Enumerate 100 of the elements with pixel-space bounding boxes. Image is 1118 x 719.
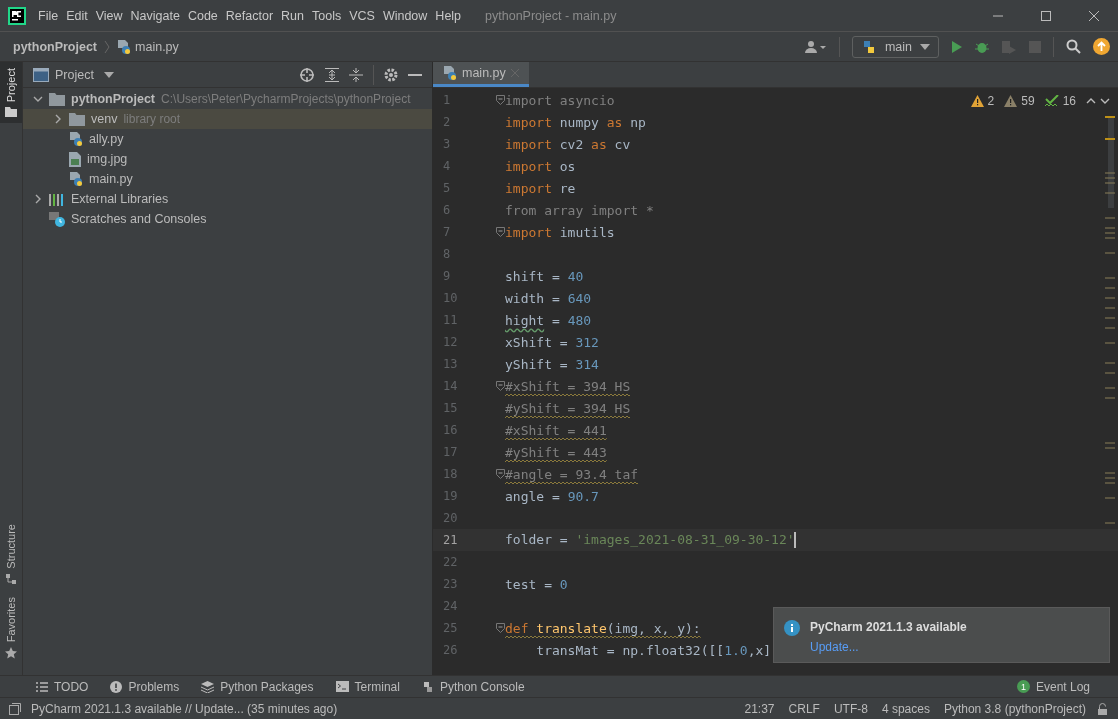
typo-check-icon[interactable] <box>1044 95 1059 107</box>
tree-item[interactable]: External Libraries <box>23 189 432 209</box>
warning-icon[interactable] <box>1004 95 1018 107</box>
tool-window-tab[interactable]: Favorites <box>0 590 22 665</box>
python-file-icon <box>69 131 83 147</box>
user-icon[interactable] <box>804 39 827 54</box>
code-text: folder = 'images_2021-08-31_09-30-12' <box>505 531 795 547</box>
image-file-icon <box>69 151 81 167</box>
fold-marker-icon[interactable] <box>496 381 505 391</box>
tool-window-button[interactable]: Python Packages <box>193 679 322 694</box>
code-text: import cv2 as cv <box>505 136 631 152</box>
run-icon[interactable] <box>951 39 963 54</box>
locate-icon[interactable] <box>299 66 315 83</box>
line-number: 24 <box>442 599 459 613</box>
search-icon[interactable] <box>1066 39 1081 54</box>
scratches-icon <box>49 211 65 227</box>
folder-icon <box>49 92 65 106</box>
menu-item[interactable]: Code <box>183 8 222 23</box>
code-text: #xShift = 394 HS <box>505 378 631 394</box>
tree-item[interactable]: ally.py <box>23 129 432 149</box>
collapse-all-icon[interactable] <box>349 67 363 82</box>
line-number: 9 <box>442 269 452 283</box>
line-number: 1 <box>442 93 452 107</box>
line-number: 15 <box>442 401 459 415</box>
line-number: 7 <box>442 225 452 239</box>
panels-icon[interactable] <box>9 702 21 715</box>
menu-item[interactable]: Tools <box>308 8 346 23</box>
folder-icon <box>69 112 85 126</box>
tool-window-button[interactable]: Terminal <box>327 679 408 694</box>
code-text: angle = 90.7 <box>505 488 599 504</box>
chevron-right-icon[interactable] <box>33 194 43 204</box>
inspection-count: 16 <box>1062 94 1076 108</box>
tool-window-tab[interactable]: Structure <box>0 518 22 591</box>
python-icon <box>421 680 434 693</box>
tool-window-button[interactable]: TODO <box>28 679 97 694</box>
line-number: 25 <box>442 621 459 635</box>
settings-icon[interactable] <box>384 67 398 82</box>
tool-window-tab[interactable]: Project <box>0 62 22 124</box>
list-icon <box>36 681 48 692</box>
update-link[interactable]: Update... <box>810 640 967 654</box>
tree-item[interactable]: pythonProject C:\Users\Peter\PycharmProjects\pythonProject <box>23 89 432 109</box>
tree-item[interactable]: Scratches and Consoles <box>23 209 432 229</box>
status-item[interactable]: Python 3.8 (pythonProject) <box>940 701 1089 716</box>
code-text: yShift = 314 <box>505 356 599 372</box>
lock-icon[interactable] <box>1097 702 1108 715</box>
expand-all-icon[interactable] <box>325 67 339 82</box>
menu-item[interactable]: Window <box>378 8 432 23</box>
chevron-down-icon[interactable] <box>1100 98 1110 104</box>
code-text: shift = 40 <box>505 268 584 284</box>
menu-item[interactable]: File <box>34 8 63 23</box>
menu-item[interactable]: Help <box>431 8 466 23</box>
fold-marker-icon[interactable] <box>496 623 505 633</box>
caret-icon[interactable] <box>103 71 114 78</box>
breadcrumb[interactable]: pythonProject <box>13 39 98 54</box>
panel-title[interactable]: Project <box>55 67 94 82</box>
warning-icon[interactable] <box>970 95 984 107</box>
maximize-icon[interactable] <box>1040 9 1052 22</box>
chevron-down-icon[interactable] <box>33 94 43 104</box>
code-text: from array import * <box>505 202 654 218</box>
fold-marker-icon[interactable] <box>496 469 505 479</box>
close-icon[interactable] <box>1088 9 1100 22</box>
chevron-right-icon[interactable] <box>53 114 63 124</box>
fold-marker-icon[interactable] <box>496 227 505 237</box>
error-icon <box>110 680 123 693</box>
layers-icon <box>201 680 215 693</box>
status-item[interactable]: 4 spaces <box>878 701 933 716</box>
status-item[interactable]: CRLF <box>785 701 823 716</box>
tree-item[interactable]: img.jpg <box>23 149 432 169</box>
inspection-count: 59 <box>1021 94 1035 108</box>
line-number: 17 <box>442 445 459 459</box>
tool-window-button[interactable]: Python Console <box>413 679 533 694</box>
run-config-dropdown[interactable]: main <box>851 35 939 58</box>
python-file-icon <box>117 38 132 55</box>
line-number: 22 <box>442 555 459 569</box>
fold-marker-icon[interactable] <box>496 95 505 105</box>
tree-item[interactable]: venv library root <box>23 109 432 129</box>
menu-item[interactable]: Edit <box>62 8 92 23</box>
breadcrumb[interactable]: main.py <box>135 39 179 54</box>
menu-item[interactable]: Refactor <box>221 8 278 23</box>
menu-item[interactable]: VCS <box>345 8 379 23</box>
menu-item[interactable]: Run <box>277 8 308 23</box>
line-number: 2 <box>442 115 452 129</box>
tool-window-button[interactable]: Problems <box>102 679 188 694</box>
event-log-button[interactable]: 1 Event Log <box>1008 679 1098 694</box>
status-message[interactable]: PyCharm 2021.1.3 available // Update... (35 minutes ago) <box>31 701 338 716</box>
menu-item[interactable]: Navigate <box>126 8 184 23</box>
status-item[interactable]: 21:37 <box>741 701 778 716</box>
notification-title: PyCharm 2021.1.3 available <box>810 620 967 634</box>
update-icon[interactable] <box>1093 38 1110 55</box>
line-number: 21 <box>442 533 459 547</box>
code-text: hight = 480 <box>505 312 592 328</box>
chevron-up-icon[interactable] <box>1086 98 1096 104</box>
code-text: import asyncio <box>505 92 615 108</box>
code-text: #yShift = 443 <box>505 444 607 460</box>
status-item[interactable]: UTF-8 <box>830 701 871 716</box>
tree-item[interactable]: main.py <box>23 169 432 189</box>
editor-tab[interactable]: main.py <box>433 62 529 87</box>
menu-item[interactable]: View <box>91 8 127 23</box>
inspection-count: 2 <box>987 94 995 108</box>
line-number: 20 <box>442 511 459 525</box>
